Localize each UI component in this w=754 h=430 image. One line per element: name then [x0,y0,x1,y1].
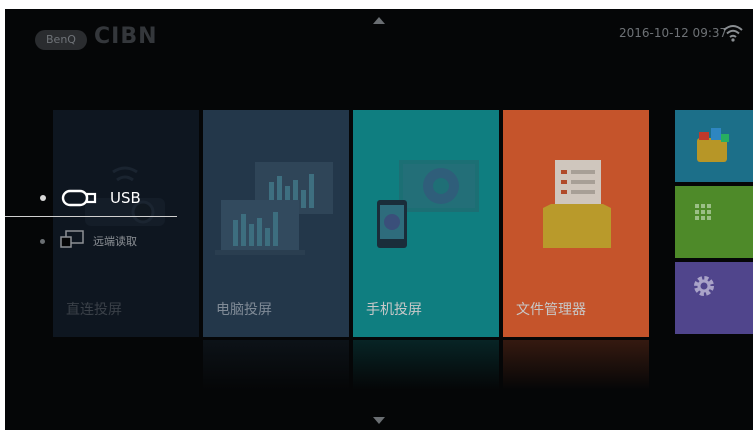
selection-underline [5,216,177,217]
cibn-logo: CIBN [94,24,158,49]
phone-cast-icon [377,160,479,248]
tile-settings[interactable] [675,262,753,334]
tile-label: 直连投屏 [66,301,122,317]
tile-all-apps[interactable] [675,186,753,258]
arrow-down-icon[interactable] [373,417,385,424]
benq-logo: BenQ [35,30,87,50]
usb-drive-icon [61,189,97,207]
unselected-dot [40,239,45,244]
folder-icon [543,160,611,248]
tile-reflection [203,340,349,390]
pc-cast-icon [215,162,333,255]
tile-app-store[interactable] [675,110,753,182]
tv-launcher-screen: BenQ CIBN 2016-10-12 09:37 直连投屏 电脑投屏 手机投… [5,9,753,430]
gear-icon [694,276,714,296]
tile-label: 手机投屏 [366,301,422,317]
source-item-usb[interactable]: USB [110,189,141,207]
datetime-label: 2016-10-12 09:37 [619,26,728,40]
tile-label: 电脑投屏 [216,301,272,317]
arrow-up-icon[interactable] [373,17,385,24]
tile-label: 文件管理器 [516,301,586,317]
header: BenQ CIBN 2016-10-12 09:37 [5,9,753,69]
tile-reflection [353,340,499,390]
tile-file-manager[interactable]: 文件管理器 [503,110,649,337]
tile-phone-cast[interactable]: 手机投屏 [353,110,499,337]
tile-direct-cast[interactable]: 直连投屏 [53,110,199,337]
wifi-icon [723,25,743,42]
apps-grid-icon [695,204,711,220]
source-item-remote[interactable]: 远端读取 [93,233,137,249]
usb-selected-dot [40,195,46,201]
tile-pc-cast[interactable]: 电脑投屏 [203,110,349,337]
remote-screen-icon [60,230,84,248]
tile-reflection [503,340,649,390]
app-store-icon [697,128,729,162]
